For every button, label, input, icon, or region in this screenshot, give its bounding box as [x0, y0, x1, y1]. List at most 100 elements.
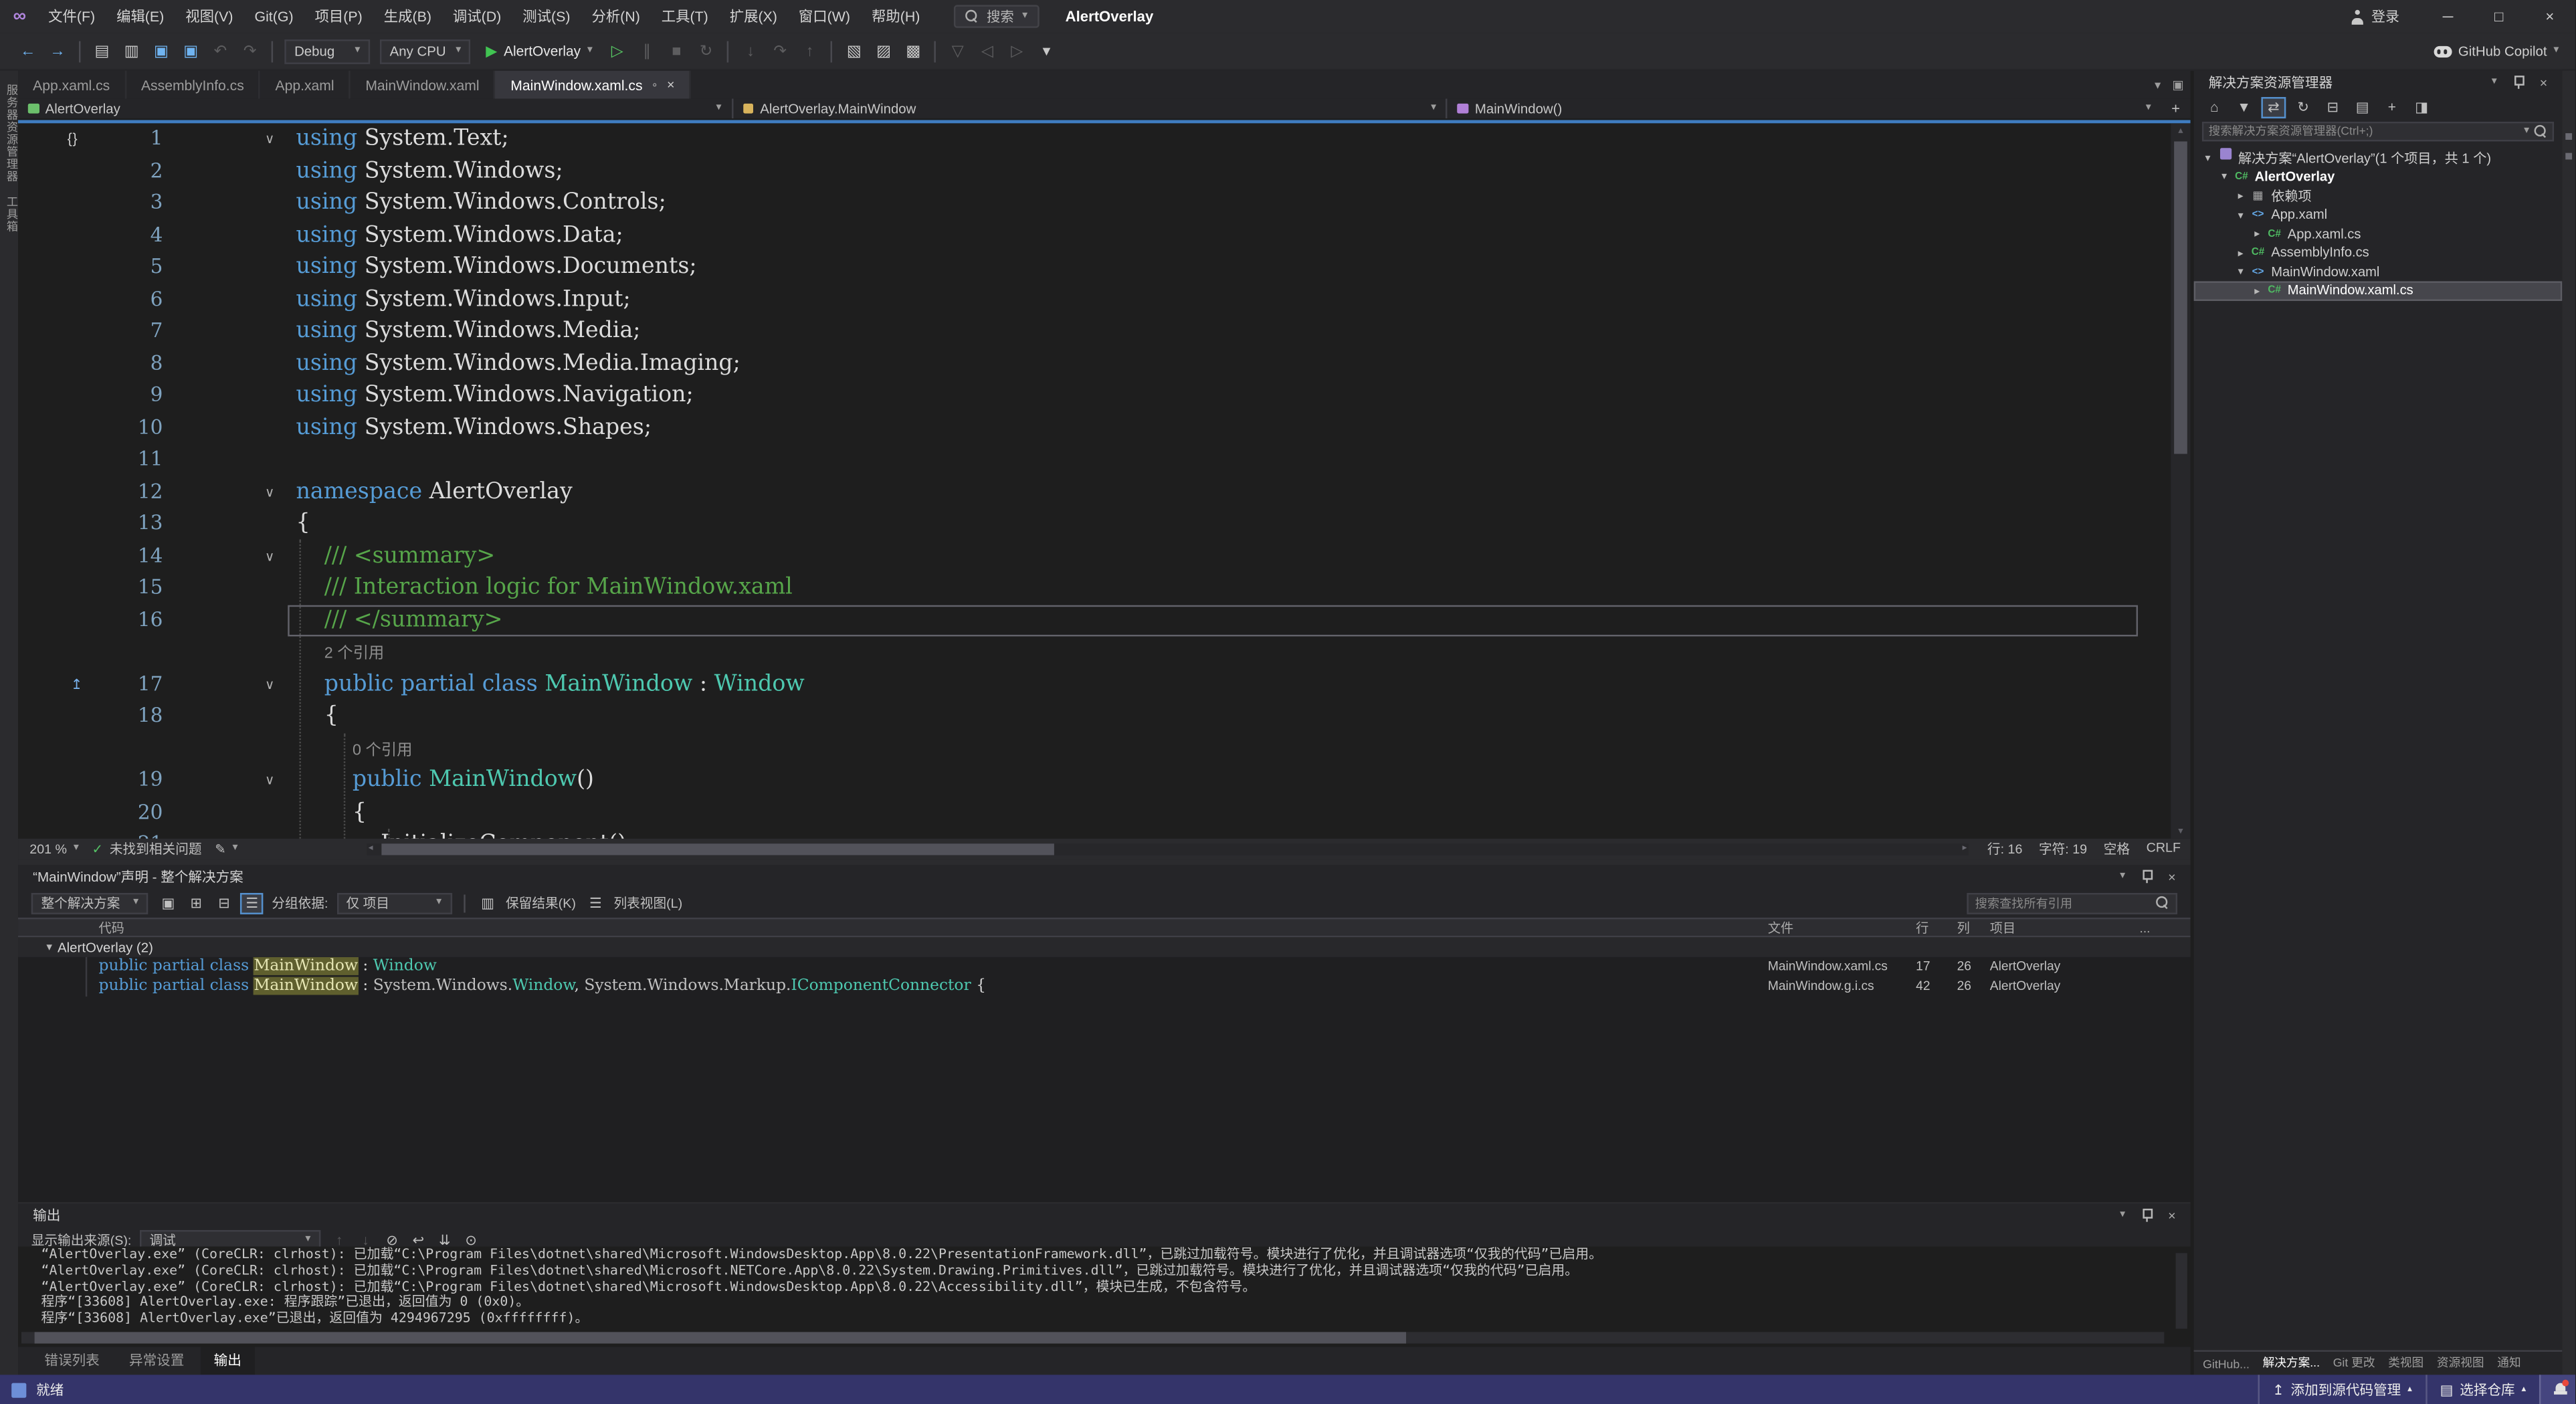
panel-tab[interactable]: 异常设置	[116, 1347, 197, 1375]
side-tab[interactable]: 工具箱	[3, 196, 19, 233]
indentation-indicator[interactable]: 空格	[2104, 840, 2130, 858]
close-icon[interactable]: ×	[2168, 869, 2175, 884]
close-icon[interactable]: ×	[2540, 75, 2547, 90]
results-column-header[interactable]: 代码	[99, 919, 124, 937]
scroll-right-icon[interactable]: ▸	[1963, 843, 1967, 855]
find-result-row[interactable]: public partial class MainWindow : System…	[18, 977, 2191, 997]
fold-collapse-icon[interactable]	[258, 123, 281, 155]
document-tab[interactable]: MainWindow.xaml.cs◦×	[496, 71, 691, 99]
menu-item[interactable]: 文件(F)	[37, 0, 106, 33]
member-dropdown[interactable]: MainWindow()	[1448, 99, 2161, 119]
code-line[interactable]: 19 public MainWindow()	[18, 765, 2171, 797]
vertical-scrollbar[interactable]	[2171, 123, 2191, 838]
editor-suggestions-icon[interactable]: ✎	[215, 842, 237, 857]
code-line[interactable]: 18 {	[18, 700, 2171, 732]
code-line[interactable]: 15 /// Interaction logic for MainWindow.…	[18, 573, 2171, 605]
menu-item[interactable]: Git(G)	[243, 0, 304, 33]
platform-dropdown[interactable]: Any CPU	[380, 39, 471, 64]
start-without-debugging-icon[interactable]: ▷	[605, 42, 629, 60]
maximize-button[interactable]: □	[2474, 0, 2524, 33]
quick-search-box[interactable]: 搜索	[954, 5, 1039, 27]
collapse-arrow-icon[interactable]	[2217, 170, 2232, 183]
code-editor[interactable]: 1using System.Text;2using System.Windows…	[18, 123, 2191, 838]
column-indicator[interactable]: 字符: 19	[2039, 840, 2087, 858]
find-results-search[interactable]	[1967, 892, 2177, 914]
code-line[interactable]: 9using System.Windows.Navigation;	[18, 380, 2171, 412]
menu-item[interactable]: 视图(V)	[175, 0, 243, 33]
tree-item[interactable]: C#App.xaml.cs	[2194, 224, 2563, 243]
add-to-source-control-button[interactable]: ↥ 添加到源代码管理 ▴	[2258, 1375, 2425, 1404]
tree-item[interactable]: 解决方案“AlertOverlay”(1 个项目，共 1 个)	[2194, 148, 2563, 167]
results-column-header[interactable]: 列	[1957, 919, 1970, 937]
collapse-arrow-icon[interactable]	[2234, 208, 2248, 221]
menu-item[interactable]: 窗口(W)	[788, 0, 861, 33]
tool-window-tab[interactable]: Git 更改	[2327, 1355, 2381, 1372]
float-window-icon[interactable]: ▣	[2172, 78, 2183, 92]
code-line[interactable]: 16 /// </summary>	[18, 604, 2171, 636]
menu-item[interactable]: 帮助(H)	[861, 0, 930, 33]
panel-tab[interactable]: 输出	[201, 1347, 255, 1375]
start-debugging-button[interactable]: ▶AlertOverlay	[486, 42, 593, 60]
find-result-row[interactable]: public partial class MainWindow : Window…	[18, 957, 2191, 977]
sign-in-button[interactable]: 登录	[2350, 7, 2399, 27]
menu-item[interactable]: 项目(P)	[304, 0, 373, 33]
sync-with-active-document-icon[interactable]: ⇄	[2261, 96, 2286, 118]
vertical-scrollbar[interactable]	[2176, 1253, 2187, 1328]
find-results-search-input[interactable]	[1975, 896, 2150, 910]
results-column-header[interactable]: 行	[1916, 919, 1928, 937]
collapse-all-icon[interactable]: ⊟	[213, 892, 235, 914]
codelens-row[interactable]: 2 个引用	[18, 636, 2171, 668]
menu-item[interactable]: 编辑(E)	[106, 0, 175, 33]
solution-search-input[interactable]	[2209, 125, 2519, 138]
horizontal-scrollbar[interactable]	[21, 1332, 2164, 1343]
scrollbar-thumb[interactable]	[2174, 141, 2187, 454]
code-line[interactable]: 1using System.Text;	[18, 123, 2171, 155]
collapse-arrow-icon[interactable]	[41, 940, 58, 954]
new-file-icon[interactable]: ▤	[90, 42, 114, 60]
expand-all-icon[interactable]: ⊞	[185, 892, 207, 914]
menu-item[interactable]: 生成(B)	[373, 0, 442, 33]
keep-results-button[interactable]: ▥ 保留结果(K)	[476, 892, 576, 914]
tree-item[interactable]: <>App.xaml	[2194, 205, 2563, 225]
type-dropdown[interactable]: AlertOverlay.MainWindow	[733, 99, 1448, 119]
open-file-icon[interactable]: ▥	[119, 42, 144, 60]
menu-item[interactable]: 扩展(X)	[719, 0, 788, 33]
copy-results-icon[interactable]: ▣	[157, 892, 179, 914]
group-results-icon[interactable]: ☰	[241, 892, 264, 914]
tab-close-icon[interactable]: ×	[667, 78, 674, 92]
document-tab[interactable]: App.xaml	[260, 71, 351, 99]
close-icon[interactable]: ×	[2168, 1208, 2175, 1223]
right-scroll-strip[interactable]	[2562, 71, 2575, 1375]
code-line[interactable]: 7using System.Windows.Media;	[18, 316, 2171, 348]
comment-out-icon[interactable]: ▨	[872, 42, 896, 60]
save-all-icon[interactable]: ▣	[179, 42, 203, 60]
pin-icon[interactable]	[2140, 869, 2153, 884]
active-files-icon[interactable]: ▾	[2155, 78, 2161, 92]
minimize-button[interactable]: ─	[2422, 0, 2473, 33]
expand-arrow-icon[interactable]	[2250, 227, 2264, 241]
menu-item[interactable]: 调试(D)	[442, 0, 512, 33]
fold-collapse-icon[interactable]	[258, 540, 281, 573]
fold-collapse-icon[interactable]	[258, 668, 281, 700]
fold-collapse-icon[interactable]	[258, 476, 281, 508]
collapse-arrow-icon[interactable]	[2200, 151, 2215, 165]
results-column-header[interactable]: 项目	[1990, 919, 2015, 937]
navigate-back-icon[interactable]: ←	[15, 42, 40, 60]
add-view-icon[interactable]: +	[2161, 99, 2191, 119]
tool-window-tab[interactable]: GitHub...	[2197, 1356, 2256, 1371]
code-line[interactable]: 10using System.Windows.Shapes;	[18, 412, 2171, 444]
tree-item[interactable]: ▦依赖项	[2194, 186, 2563, 205]
code-line[interactable]: 14 /// <summary>	[18, 540, 2171, 573]
code-line[interactable]: 5using System.Windows.Documents;	[18, 252, 2171, 284]
collapse-all-icon[interactable]: ⊟	[2320, 96, 2345, 118]
pin-icon[interactable]	[2512, 75, 2525, 90]
home-icon[interactable]: ⌂	[2202, 96, 2227, 118]
toolbar-options-icon[interactable]: ▾	[1034, 42, 1059, 60]
window-menu-icon[interactable]	[2492, 77, 2497, 88]
tool-window-tab[interactable]: 通知	[2492, 1355, 2527, 1372]
scope-dropdown[interactable]: 整个解决方案	[31, 892, 148, 914]
properties-icon[interactable]: +	[2379, 96, 2404, 118]
code-line[interactable]: 6using System.Windows.Input;	[18, 284, 2171, 316]
fold-collapse-icon[interactable]	[258, 765, 281, 797]
background-tasks-icon[interactable]	[11, 1382, 26, 1397]
